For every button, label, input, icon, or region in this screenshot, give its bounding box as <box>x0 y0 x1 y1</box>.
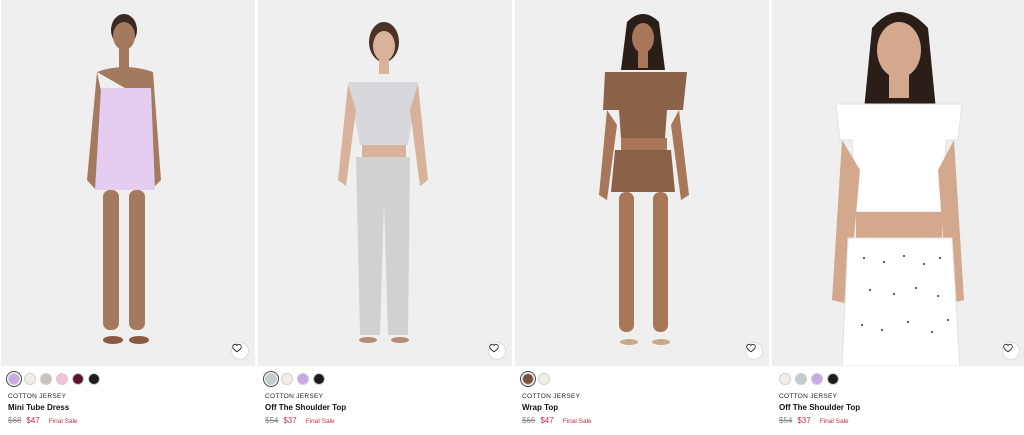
product-image[interactable] <box>772 0 1024 366</box>
original-price: $54 <box>779 416 793 425</box>
sale-price: $47 <box>26 416 40 425</box>
color-swatch[interactable] <box>520 371 536 387</box>
price-row: $66 $47 Final Sale <box>522 416 762 425</box>
original-price: $66 <box>522 416 536 425</box>
color-swatch[interactable] <box>297 373 309 385</box>
color-swatch[interactable] <box>40 373 52 385</box>
product-image[interactable] <box>515 0 769 366</box>
product-category: COTTON JERSEY <box>8 393 67 400</box>
color-swatches <box>6 371 248 387</box>
color-swatch[interactable] <box>795 373 807 385</box>
product-image[interactable] <box>258 0 512 366</box>
model-photo <box>832 12 964 366</box>
product-name[interactable]: Off The Shoulder Top <box>265 403 505 412</box>
heart-icon <box>232 344 242 353</box>
wishlist-button[interactable] <box>231 342 249 360</box>
color-swatch[interactable] <box>313 373 325 385</box>
product-image[interactable] <box>1 0 255 366</box>
product-name[interactable]: Wrap Top <box>522 403 762 412</box>
color-swatch[interactable] <box>56 373 68 385</box>
color-swatches <box>520 371 762 387</box>
product-name[interactable]: Mini Tube Dress <box>8 403 248 412</box>
color-swatch[interactable] <box>779 373 791 385</box>
color-swatches <box>779 372 1019 386</box>
price-row: $54 $37 Final Sale <box>265 416 505 425</box>
color-swatch[interactable] <box>263 371 279 387</box>
product-card[interactable]: COTTON JERSEY Mini Tube Dress $68 $47 Fi… <box>1 0 255 435</box>
original-price: $54 <box>265 416 279 425</box>
heart-icon <box>489 344 499 353</box>
wishlist-button[interactable] <box>1002 342 1020 360</box>
wishlist-button[interactable] <box>488 342 506 360</box>
product-card[interactable]: COTTON JERSEY Off The Shoulder Top $54 $… <box>258 0 512 435</box>
product-name[interactable]: Off The Shoulder Top <box>779 403 1019 412</box>
sale-price: $37 <box>797 416 811 425</box>
final-sale-badge: Final Sale <box>305 418 335 425</box>
final-sale-badge: Final Sale <box>819 418 849 425</box>
product-card[interactable]: COTTON JERSEY Off The Shoulder Top $54 $… <box>772 0 1024 435</box>
color-swatch[interactable] <box>72 373 84 385</box>
sale-price: $47 <box>540 416 554 425</box>
color-swatch[interactable] <box>538 373 550 385</box>
original-price: $68 <box>8 416 22 425</box>
product-category: COTTON JERSEY <box>522 393 581 400</box>
color-swatch[interactable] <box>6 371 22 387</box>
sale-price: $37 <box>283 416 297 425</box>
model-photo <box>87 14 161 344</box>
heart-icon <box>1003 344 1013 353</box>
heart-icon <box>746 344 756 353</box>
price-row: $54 $37 Final Sale <box>779 416 1019 425</box>
product-card[interactable]: COTTON JERSEY Wrap Top $66 $47 Final Sal… <box>515 0 769 435</box>
color-swatch[interactable] <box>281 373 293 385</box>
color-swatch[interactable] <box>811 373 823 385</box>
final-sale-badge: Final Sale <box>562 418 592 425</box>
model-photo <box>338 22 428 343</box>
model-photo <box>599 14 689 345</box>
final-sale-badge: Final Sale <box>48 418 78 425</box>
product-grid: COTTON JERSEY Mini Tube Dress $68 $47 Fi… <box>0 0 1024 435</box>
wishlist-button[interactable] <box>745 342 763 360</box>
price-row: $68 $47 Final Sale <box>8 416 248 425</box>
color-swatches <box>263 371 505 387</box>
color-swatch[interactable] <box>88 373 100 385</box>
color-swatch[interactable] <box>827 373 839 385</box>
product-category: COTTON JERSEY <box>779 393 838 400</box>
product-category: COTTON JERSEY <box>265 393 324 400</box>
color-swatch[interactable] <box>24 373 36 385</box>
